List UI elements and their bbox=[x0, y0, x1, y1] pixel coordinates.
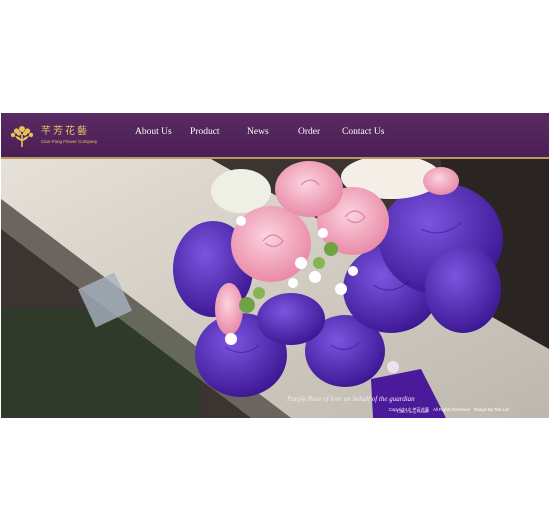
nav-product[interactable]: Product bbox=[190, 127, 220, 137]
bouquet-photo bbox=[1, 159, 549, 418]
top-navigation-bar: 芊芳花藝 Cian-Fang Flower Company About Us P… bbox=[1, 113, 549, 159]
copyright-text: Copyright © 芊芳花藝 bbox=[389, 407, 430, 412]
hero-caption: Purple Rose of love on behalf of the gua… bbox=[287, 395, 415, 403]
nav-contact-us[interactable]: Contact Us bbox=[342, 127, 384, 137]
nav-news[interactable]: News bbox=[247, 127, 269, 137]
flower-logo-icon bbox=[10, 126, 34, 147]
brand-logo[interactable]: 芊芳花藝 Cian-Fang Flower Company bbox=[7, 119, 97, 153]
rights-text: All Rights Reserved bbox=[433, 407, 470, 412]
brand-name-zh: 芊芳花藝 bbox=[41, 126, 89, 138]
footer-credits: Copyright © 芊芳花藝 All Rights Reserved Des… bbox=[389, 407, 509, 413]
nav-order[interactable]: Order bbox=[298, 127, 320, 137]
brand-text: 芊芳花藝 Cian-Fang Flower Company bbox=[41, 127, 97, 145]
brand-name-en: Cian-Fang Flower Company bbox=[41, 139, 98, 145]
designer-credit: Design By Toki.Lim bbox=[473, 407, 510, 412]
hero-banner: Purple Rose of love on behalf of the gua… bbox=[1, 159, 549, 418]
website-frame: 芊芳花藝 Cian-Fang Flower Company About Us P… bbox=[1, 113, 549, 418]
nav-about-us[interactable]: About Us bbox=[135, 127, 172, 137]
